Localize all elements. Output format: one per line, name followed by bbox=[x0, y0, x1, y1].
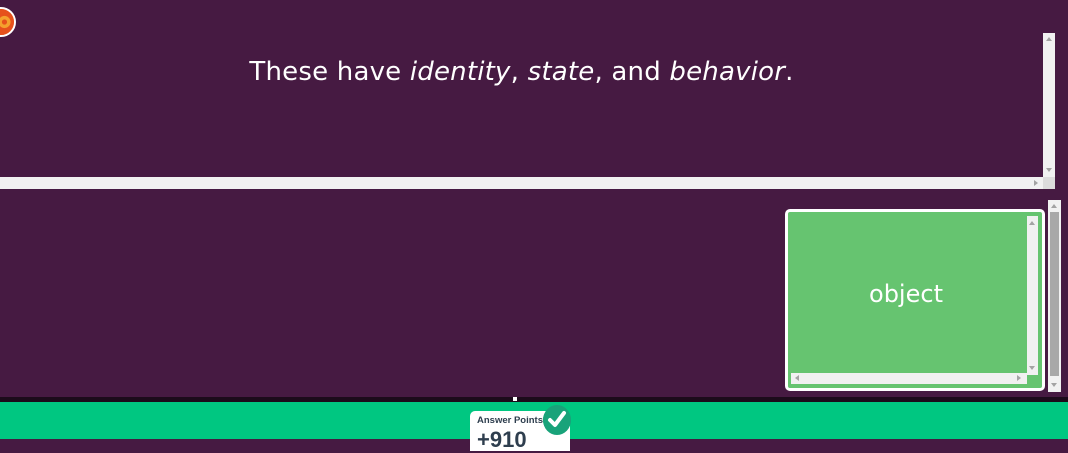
scroll-up-arrow-icon[interactable] bbox=[1046, 37, 1052, 41]
answer-vertical-scrollbar[interactable] bbox=[1027, 216, 1038, 375]
term-behavior: behavior bbox=[669, 56, 786, 87]
scroll-right-arrow-icon[interactable] bbox=[1017, 375, 1021, 381]
progress-marker bbox=[513, 397, 517, 401]
answer-option-card[interactable]: object bbox=[785, 209, 1045, 391]
scroll-down-arrow-icon[interactable] bbox=[1051, 383, 1057, 387]
term-state: state bbox=[527, 56, 595, 87]
scrollbar-thumb[interactable] bbox=[1050, 212, 1059, 376]
scroll-right-arrow-icon[interactable] bbox=[1034, 180, 1038, 186]
scroll-up-arrow-icon[interactable] bbox=[1029, 221, 1035, 225]
points-value: +910 bbox=[477, 427, 527, 452]
question-text: These have identity, state, and behavior… bbox=[249, 56, 794, 87]
scroll-left-arrow-icon[interactable] bbox=[795, 375, 799, 381]
scroll-up-arrow-icon[interactable] bbox=[1051, 204, 1057, 208]
answer-option-label: object bbox=[869, 280, 943, 308]
scroll-down-arrow-icon[interactable] bbox=[1046, 168, 1052, 172]
scrollbar-corner bbox=[1043, 177, 1055, 189]
question-vertical-scrollbar[interactable] bbox=[1043, 33, 1055, 178]
points-label: Answer Points bbox=[477, 415, 543, 426]
term-identity: identity bbox=[409, 56, 511, 87]
scroll-down-arrow-icon[interactable] bbox=[1029, 366, 1035, 370]
checkmark-icon bbox=[543, 405, 571, 435]
answer-horizontal-scrollbar[interactable] bbox=[791, 373, 1027, 384]
question-panel: These have identity, state, and behavior… bbox=[0, 0, 1043, 177]
answers-vertical-scrollbar[interactable] bbox=[1048, 200, 1061, 392]
question-horizontal-scrollbar[interactable] bbox=[0, 177, 1043, 189]
